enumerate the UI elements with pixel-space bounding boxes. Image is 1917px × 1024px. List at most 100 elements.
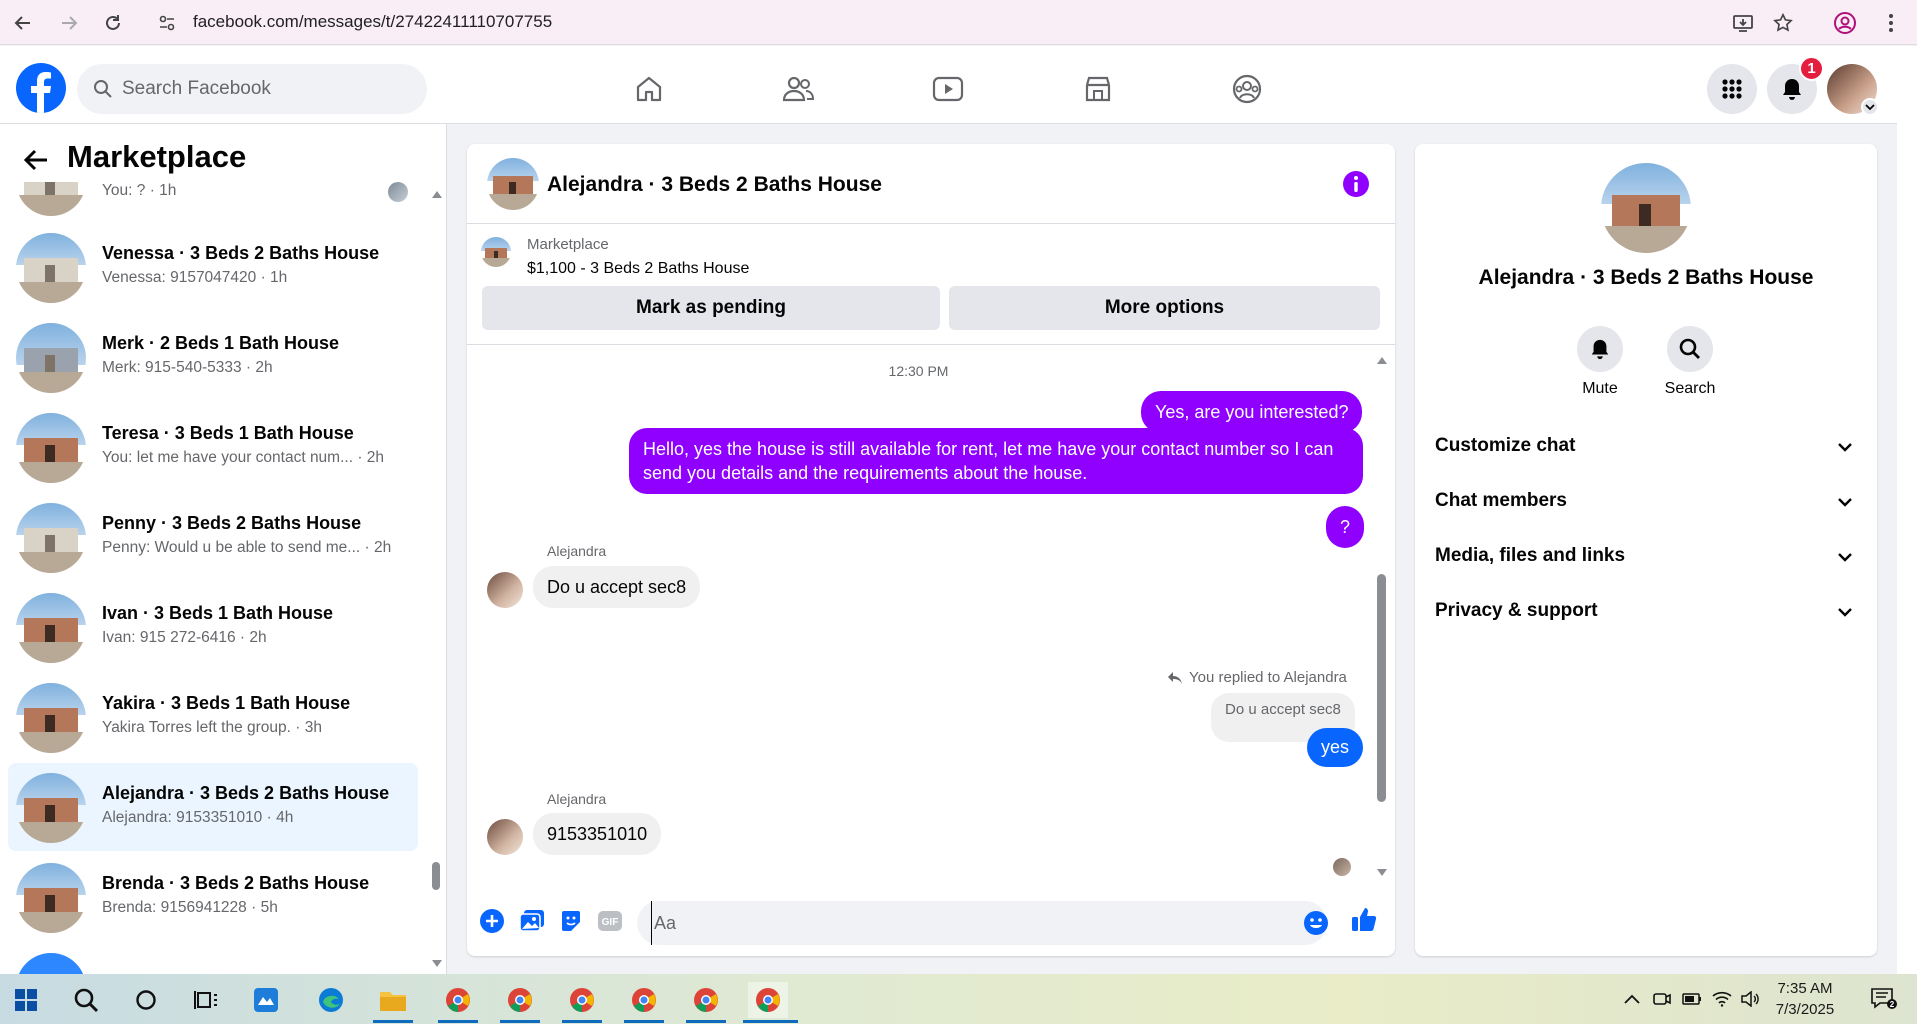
chevron-down-icon [1838,443,1852,452]
browser-menu-icon[interactable] [1876,8,1906,38]
running-indicator [562,1020,602,1023]
bell-icon[interactable] [1577,326,1623,372]
sidebar-scrollbar-thumb[interactable] [432,862,440,890]
outgoing-message[interactable]: Yes, are you interested? [1141,391,1363,433]
meet-now-icon[interactable] [1650,987,1674,1011]
message-input[interactable] [651,901,1251,945]
chrome-icon-active[interactable] [748,982,788,1018]
media-files-links-row[interactable]: Media, files and links [1415,531,1877,581]
conversation-item[interactable]: Brenda · 3 Beds 2 Baths House Brenda: 91… [8,853,418,941]
taskbar-search-icon[interactable] [66,982,106,1018]
taskbar-clock[interactable]: 7:35 AM 7/3/2025 [1760,978,1850,1020]
profile-icon[interactable] [1830,8,1860,38]
forward-arrow-icon[interactable] [54,8,84,38]
conversation-info-panel: Alejandra · 3 Beds 2 Baths House Mute Se… [1415,144,1877,956]
running-indicator [686,1020,726,1023]
chevron-down-icon[interactable] [1861,98,1879,116]
sender-avatar[interactable] [487,819,523,855]
chevron-up-icon[interactable] [1620,987,1644,1011]
volume-icon[interactable] [1738,987,1762,1011]
seen-avatar [1333,858,1351,876]
page-scrollbar[interactable] [1897,46,1917,974]
scroll-down-arrow-icon[interactable] [1375,868,1389,878]
reload-icon[interactable] [98,8,128,38]
bookmark-star-icon[interactable] [1768,8,1798,38]
home-tab-icon[interactable] [619,64,679,114]
chrome-icon[interactable] [500,982,540,1018]
app-icon[interactable] [246,982,286,1018]
windows-start-icon[interactable] [6,982,46,1018]
wifi-icon[interactable] [1710,987,1734,1011]
chrome-icon[interactable] [686,982,726,1018]
outgoing-message[interactable]: ? [1326,506,1365,548]
search-icon[interactable] [1667,326,1713,372]
listing-price[interactable]: $1,100 - 3 Beds 2 Baths House [527,260,749,278]
chrome-icon[interactable] [624,982,664,1018]
outgoing-reply-message[interactable]: yes [1307,728,1364,767]
friends-tab-icon[interactable] [768,64,828,114]
conversation-item[interactable]: Ivan · 3 Beds 1 Bath House Ivan: 915 272… [8,583,418,671]
cortana-icon[interactable] [126,982,166,1018]
conversation-item[interactable]: Venessa · 3 Beds 2 Baths House Venessa: … [8,223,418,311]
marketplace-tab-icon[interactable] [1068,64,1128,114]
time-separator: 12:30 PM [888,363,949,379]
reply-arrow-icon [1168,671,1182,684]
conversation-item[interactable]: Yakira · 3 Beds 1 Bath House Yakira Torr… [8,673,418,761]
chat-title[interactable]: Alejandra · 3 Beds 2 Baths House [547,173,882,197]
facebook-logo-icon[interactable] [16,63,66,113]
scroll-up-arrow-icon[interactable] [1375,355,1389,365]
scroll-up-arrow-icon[interactable] [430,188,444,200]
site-info-icon[interactable] [152,8,182,38]
gif-icon[interactable]: GIF [595,906,625,936]
file-explorer-icon[interactable] [373,982,413,1018]
conversation-item[interactable]: Teresa · 3 Beds 1 Bath House You: let me… [8,403,418,491]
back-arrow-icon[interactable] [18,142,54,178]
sender-avatar[interactable] [487,572,523,608]
photo-icon[interactable] [517,906,547,936]
conversation-item[interactable]: Merk · 2 Beds 1 Bath House Merk: 915-540… [8,313,418,401]
running-indicator [624,1020,664,1023]
task-view-icon[interactable] [186,982,226,1018]
info-icon[interactable] [1340,168,1372,200]
chrome-icon[interactable] [562,982,602,1018]
outgoing-message[interactable]: Hello, yes the house is still available … [629,428,1363,494]
conversation-item[interactable]: You: ? · 1h [8,182,418,224]
video-tab-icon[interactable] [918,64,978,114]
chat-members-row[interactable]: Chat members [1415,476,1877,526]
thumbs-up-icon[interactable] [1349,904,1379,934]
chrome-icon[interactable] [438,982,478,1018]
running-indicator [743,1020,798,1023]
groups-tab-icon[interactable] [1217,64,1277,114]
incoming-message[interactable]: Do u accept sec8 [533,566,701,608]
back-arrow-icon[interactable] [8,8,38,38]
more-options-button[interactable]: More options [949,286,1380,330]
menu-grid-icon[interactable] [1707,64,1757,114]
incoming-message[interactable]: 9153351010 [533,813,662,855]
mark-as-pending-button[interactable]: Mark as pending [482,286,940,330]
chat-thumbnail[interactable] [487,158,539,210]
action-center-icon[interactable]: 2 [1866,987,1902,1011]
address-bar[interactable]: facebook.com/messages/t/2742241111070775… [193,12,552,32]
gif-label: GIF [602,917,619,928]
conversation-item[interactable]: Penny · 3 Beds 2 Baths House Penny: Woul… [8,493,418,581]
listing-thumbnail [16,773,86,843]
message-scrollbar-thumb[interactable] [1377,574,1386,802]
search-in-conversation-button[interactable]: Search [1650,326,1730,398]
emoji-icon[interactable] [1303,910,1329,936]
conversation-item[interactable] [8,943,418,974]
customize-chat-row[interactable]: Customize chat [1415,421,1877,471]
scroll-down-arrow-icon[interactable] [430,958,444,970]
info-thumbnail[interactable] [1601,163,1691,253]
battery-icon[interactable] [1680,987,1704,1011]
sticker-icon[interactable] [556,906,586,936]
install-app-icon[interactable] [1728,8,1758,38]
privacy-support-row[interactable]: Privacy & support [1415,586,1877,636]
listing-thumbnail [16,863,86,933]
seen-avatar [388,182,408,202]
mute-button[interactable]: Mute [1560,326,1640,398]
conversation-item-active[interactable]: Alejandra · 3 Beds 2 Baths House Alejand… [8,763,418,851]
search-input[interactable] [122,64,412,114]
plus-circle-icon[interactable] [477,906,507,936]
facebook-top-nav: 1 [0,46,1897,124]
edge-browser-icon[interactable] [311,982,351,1018]
